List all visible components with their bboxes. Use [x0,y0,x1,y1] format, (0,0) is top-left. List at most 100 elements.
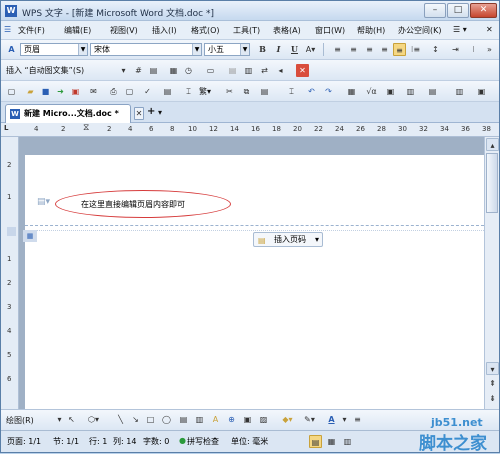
show-text-icon[interactable]: ▤ [226,64,239,77]
indent-marker-icon[interactable]: ⧖ [83,123,89,133]
switch-header-footer-icon[interactable]: ⇄ [258,64,271,77]
export-pdf-icon[interactable]: ▣ [69,85,82,98]
scroll-thumb[interactable] [486,153,498,213]
chevron-down-icon[interactable]: ▾ [338,413,351,426]
close-button[interactable]: ✕ [470,3,497,18]
tab-list-dropdown[interactable]: ▾ [158,108,162,117]
drawing-menu[interactable]: 绘图(R) [6,415,34,426]
document-page[interactable]: ▤▾ 在这里直接编辑页眉内容即可 ▦ ▤ 插入页码 ▾ [23,155,484,409]
redo-icon[interactable]: ↷ [322,85,335,98]
scroll-up-icon[interactable]: ▴ [486,138,499,151]
print-preview-icon[interactable]: ▢ [123,85,136,98]
font-color-icon[interactable]: A [325,413,338,426]
rectangle-icon[interactable]: □ [144,413,157,426]
vertical-ruler[interactable]: 2 1 1 2 3 4 5 6 [1,137,19,409]
dropdown-arrow-icon[interactable]: ▾ [117,64,130,77]
show-previous-icon[interactable]: ◂ [274,64,287,77]
menu-edit[interactable]: 编辑(E) [64,25,91,36]
wordart-icon[interactable]: A [209,413,222,426]
columns-icon[interactable]: ▥ [453,85,466,98]
clipart-icon[interactable]: ▣ [241,413,254,426]
page-number-field-icon[interactable]: # [132,64,145,77]
picture-icon[interactable]: ▣ [384,85,397,98]
close-header-footer-icon[interactable]: ✕ [296,64,309,77]
spell-check-icon[interactable]: ✓ [141,85,154,98]
align-left-icon[interactable]: ≡ [331,43,344,56]
new-tab-button[interactable]: + [147,106,155,117]
insert-autotext-dropdown[interactable]: 插入 “自动图文集”(S) [6,65,84,76]
line-icon[interactable]: ╲ [114,413,127,426]
page-count-icon[interactable]: ▤ [147,64,160,77]
diagram-icon[interactable]: ⊕ [225,413,238,426]
numbering-icon[interactable]: ⁝≡ [409,43,422,56]
vertical-textbox-icon[interactable]: ▥ [193,413,206,426]
font-select[interactable]: 宋体 ▼ [90,43,202,56]
date-icon[interactable]: ▦ [167,64,180,77]
menu-close-doc-icon[interactable]: ✕ [486,25,493,34]
menu-view[interactable]: 视图(V) [110,25,138,36]
traditional-chinese-button[interactable]: 繁▾ [199,86,211,97]
chart-icon[interactable]: ▥ [404,85,417,98]
menu-window[interactable]: 窗口(W) [315,25,345,36]
web-view-icon[interactable]: ▥ [341,435,354,448]
page-view-icon[interactable]: ▤ [309,435,322,448]
distributed-align-icon[interactable]: ≡ [393,43,406,56]
undo-icon[interactable]: ↶ [305,85,318,98]
page-setup-icon[interactable]: ▭ [204,64,217,77]
time-icon[interactable]: ◷ [182,64,195,77]
textbox-icon[interactable]: ▤ [426,85,439,98]
italic-button[interactable]: I [272,43,285,56]
menu-overflow-button[interactable]: ☰ ▾ [453,25,467,34]
insert-picture-icon[interactable]: ▨ [257,413,270,426]
underline-button[interactable]: U [288,43,301,56]
menu-doc-icon[interactable]: ☰ [4,25,11,34]
maximize-button[interactable]: □ [447,3,469,18]
new-document-icon[interactable]: ▢ [5,85,18,98]
bullets-icon[interactable]: ⁝ [467,43,480,56]
paste-icon[interactable]: ▤ [258,85,271,98]
line-style-icon[interactable]: ≡ [351,413,364,426]
open-folder-icon[interactable]: ▰ [24,85,37,98]
ellipse-icon[interactable]: ◯ [160,413,173,426]
export-icon[interactable]: ➜ [54,85,67,98]
menu-table[interactable]: 表格(A) [273,25,301,36]
textbox-icon[interactable]: ▤ [177,413,190,426]
select-pointer-icon[interactable]: ↖ [65,413,78,426]
tab-close-icon[interactable]: ✕ [134,107,144,120]
reading-mode-icon[interactable]: ▤ [161,85,174,98]
justify-icon[interactable]: ≡ [378,43,391,56]
autoshapes-icon[interactable]: ⬡▾ [87,413,100,426]
menu-help[interactable]: 帮助(H) [357,25,385,36]
mail-icon[interactable]: ✉ [87,85,100,98]
insert-page-number-button[interactable]: ▤ 插入页码 ▾ [253,232,323,247]
style-select[interactable]: 页眉 ▼ [20,43,88,56]
indent-icon[interactable]: ⇥ [449,43,462,56]
status-unit[interactable]: 单位: 毫米 [231,436,268,447]
menu-tools[interactable]: 工具(T) [233,25,260,36]
print-icon[interactable]: ⎙ [107,85,120,98]
zoom-icon[interactable]: ▣ [475,85,488,98]
menu-file[interactable]: 文件(F) [18,25,45,36]
align-center-icon[interactable]: ≡ [347,43,360,56]
cut-icon[interactable]: ✂ [223,85,236,98]
same-as-previous-icon[interactable]: ▥ [242,64,255,77]
scroll-down-icon[interactable]: ▾ [486,362,499,375]
previous-page-icon[interactable]: ⇞ [486,377,499,390]
bold-button[interactable]: B [256,43,269,56]
outline-view-icon[interactable]: ▦ [325,435,338,448]
next-page-icon[interactable]: ⇟ [486,392,499,405]
minimize-button[interactable]: – [424,3,446,18]
table-icon[interactable]: ▦ [345,85,358,98]
format-brush-icon[interactable]: ⌶ [285,85,298,98]
font-size-select[interactable]: 小五 ▼ [204,43,250,56]
status-word-count[interactable]: 字数: 0 [143,436,169,447]
arrow-icon[interactable]: ↘ [129,413,142,426]
align-right-icon[interactable]: ≡ [363,43,376,56]
formula-icon[interactable]: √α [365,85,378,98]
font-color-icon[interactable]: A▾ [304,43,317,56]
styles-icon[interactable]: A [5,43,18,56]
copy-icon[interactable]: ⧉ [240,85,253,98]
vertical-scrollbar[interactable]: ▴ ▾ ⇞ ⇟ [484,137,499,409]
header-text[interactable]: 在这里直接编辑页眉内容即可 [81,199,185,210]
format-painter-icon[interactable]: ⌶ [182,85,195,98]
